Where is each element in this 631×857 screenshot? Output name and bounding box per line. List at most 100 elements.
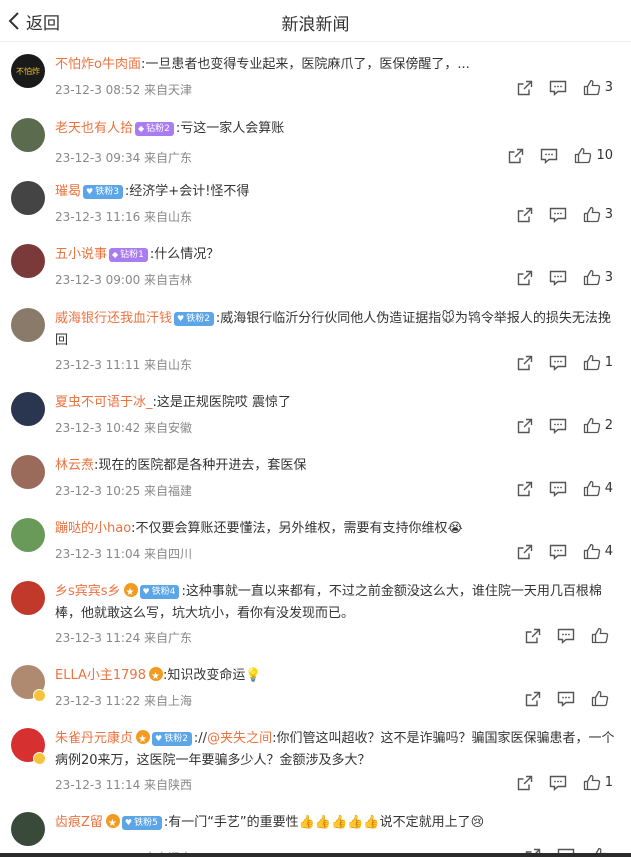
like-button[interactable]: 1 bbox=[583, 354, 613, 371]
like-button[interactable]: 4 bbox=[583, 480, 613, 497]
share-button[interactable] bbox=[517, 355, 533, 371]
comment-meta: 23-12-3 09:00 来自吉林 bbox=[55, 273, 193, 287]
share-icon bbox=[517, 207, 532, 222]
comment-body: :现在的医院都是各种开进去，套医保 bbox=[94, 458, 307, 473]
avatar[interactable] bbox=[11, 181, 45, 215]
username[interactable]: 不怕炸o牛肉面 bbox=[55, 57, 141, 72]
avatar[interactable] bbox=[11, 455, 45, 489]
comment-text: 林云焘:现在的医院都是各种开进去，套医保 bbox=[55, 455, 620, 477]
username[interactable]: 璀曷 bbox=[55, 184, 81, 199]
comment-body: :威海银行临沂分行伙同他人伪造证据指 bbox=[215, 311, 442, 326]
share-icon bbox=[509, 148, 524, 163]
comment-body: :知识改变命运 bbox=[162, 668, 246, 683]
fan-badge-label: 铁粉2 bbox=[164, 734, 188, 744]
like-button[interactable]: 2 bbox=[583, 417, 613, 434]
comment-body: :亏这一家人会算账 bbox=[175, 121, 285, 136]
username[interactable]: 五小说事 bbox=[55, 247, 107, 262]
username[interactable]: 夏虫不可语于冰_ bbox=[55, 395, 153, 410]
avatar[interactable] bbox=[11, 244, 45, 278]
fan-badge: ◆ 钻粉2 bbox=[135, 122, 174, 136]
fan-badge: ♥ 铁粉3 bbox=[83, 185, 123, 199]
comment-actions: 4 bbox=[501, 480, 613, 497]
avatar[interactable] bbox=[11, 812, 45, 846]
username[interactable]: 蹦哒的小hao bbox=[55, 521, 131, 536]
mention-link[interactable]: @夹失之间 bbox=[207, 731, 272, 746]
share-icon bbox=[525, 628, 541, 643]
comment-meta: 23-12-3 10:42 来自安徽 bbox=[55, 421, 193, 435]
share-button[interactable] bbox=[508, 148, 524, 164]
like-count: 1 bbox=[604, 775, 613, 790]
crown-icon bbox=[123, 582, 138, 604]
like-button[interactable]: 10 bbox=[574, 147, 613, 164]
username[interactable]: 齿痕Z留 bbox=[55, 815, 103, 830]
like-count: 1 bbox=[604, 355, 613, 370]
like-count: 3 bbox=[604, 207, 613, 222]
like-button[interactable] bbox=[591, 690, 613, 707]
emoji: 😢 bbox=[470, 815, 485, 830]
reply-button[interactable] bbox=[540, 148, 558, 164]
share-icon bbox=[517, 355, 532, 370]
comment-text: 齿痕Z留♥铁粉5:有一门“手艺”的重要性👍👍👍👍👍说不定就用上了😢 bbox=[55, 812, 620, 835]
reply-button[interactable] bbox=[549, 775, 567, 791]
comment-actions: 10 bbox=[492, 147, 613, 164]
thumbs-up-icon bbox=[583, 206, 600, 223]
share-icon bbox=[517, 544, 532, 559]
share-button[interactable] bbox=[517, 775, 533, 791]
share-button[interactable] bbox=[517, 80, 533, 96]
reply-button[interactable] bbox=[557, 628, 575, 644]
heart-icon: ♥ bbox=[142, 587, 150, 596]
share-button[interactable] bbox=[525, 691, 541, 707]
comment-body-cont: 说不定就用上了 bbox=[379, 815, 471, 830]
share-button[interactable] bbox=[525, 628, 541, 644]
reply-button[interactable] bbox=[549, 355, 567, 371]
username[interactable]: 老天也有人拾 bbox=[55, 121, 133, 136]
username[interactable]: 朱雀丹元康贞 bbox=[55, 731, 133, 746]
share-button[interactable] bbox=[517, 481, 533, 497]
fan-badge: ♥ 铁粉2 bbox=[174, 312, 214, 326]
comment-meta: 23-12-3 08:52 来自天津 bbox=[55, 83, 193, 97]
username[interactable]: 威海银行还我血汗钱 bbox=[55, 311, 172, 326]
reply-button[interactable] bbox=[549, 270, 567, 286]
avatar[interactable]: 不怕炸 bbox=[11, 54, 45, 88]
reply-button[interactable] bbox=[549, 418, 567, 434]
like-button[interactable]: 3 bbox=[583, 269, 613, 286]
like-button[interactable]: 1 bbox=[583, 774, 613, 791]
heart-icon: ♥ bbox=[177, 314, 185, 323]
reply-button[interactable] bbox=[549, 207, 567, 223]
reply-button[interactable] bbox=[549, 80, 567, 96]
diamond-icon: ◆ bbox=[138, 124, 145, 133]
avatar[interactable] bbox=[11, 118, 45, 152]
avatar[interactable] bbox=[11, 392, 45, 426]
comment-actions: 3 bbox=[501, 206, 613, 223]
crown-icon bbox=[148, 666, 163, 688]
comment-icon bbox=[557, 691, 575, 707]
like-button[interactable]: 3 bbox=[583, 79, 613, 96]
comment-text: 璀曷 ♥ 铁粉3:经济学+会计!怪不得 bbox=[55, 181, 620, 203]
comment-prefix: :// bbox=[193, 731, 208, 746]
username[interactable]: 林云焘 bbox=[55, 458, 94, 473]
like-button[interactable]: 3 bbox=[583, 206, 613, 223]
share-button[interactable] bbox=[517, 418, 533, 434]
username[interactable]: ELLA小主1798 bbox=[55, 668, 146, 683]
avatar[interactable] bbox=[11, 308, 45, 342]
avatar[interactable] bbox=[11, 518, 45, 552]
comment-icon bbox=[549, 544, 566, 560]
comment-icon bbox=[549, 270, 566, 286]
share-button[interactable] bbox=[517, 270, 533, 286]
emoji: 💡 bbox=[245, 668, 262, 683]
reply-button[interactable] bbox=[549, 544, 567, 560]
comment-actions: 3 bbox=[501, 79, 613, 96]
avatar[interactable] bbox=[11, 581, 45, 615]
like-button[interactable]: 4 bbox=[583, 543, 613, 560]
comment-text: 夏虫不可语于冰_:这是正规医院哎 震惊了 bbox=[55, 392, 620, 414]
reply-button[interactable] bbox=[557, 691, 575, 707]
reply-button[interactable] bbox=[549, 481, 567, 497]
comment-text: 威海银行还我血汗钱 ♥ 铁粉2:威海银行临沂分行伙同他人伪造证据指🐭为鸨令举报人的损… bbox=[55, 308, 620, 352]
share-button[interactable] bbox=[517, 207, 533, 223]
comment-actions: 2 bbox=[501, 417, 613, 434]
share-button[interactable] bbox=[517, 544, 533, 560]
username[interactable]: 乡s宾宾s乡 bbox=[55, 584, 121, 599]
comment-meta: 23-12-3 09:34 来自广东 bbox=[55, 151, 193, 165]
comment-icon bbox=[549, 775, 566, 791]
like-button[interactable] bbox=[591, 627, 613, 644]
